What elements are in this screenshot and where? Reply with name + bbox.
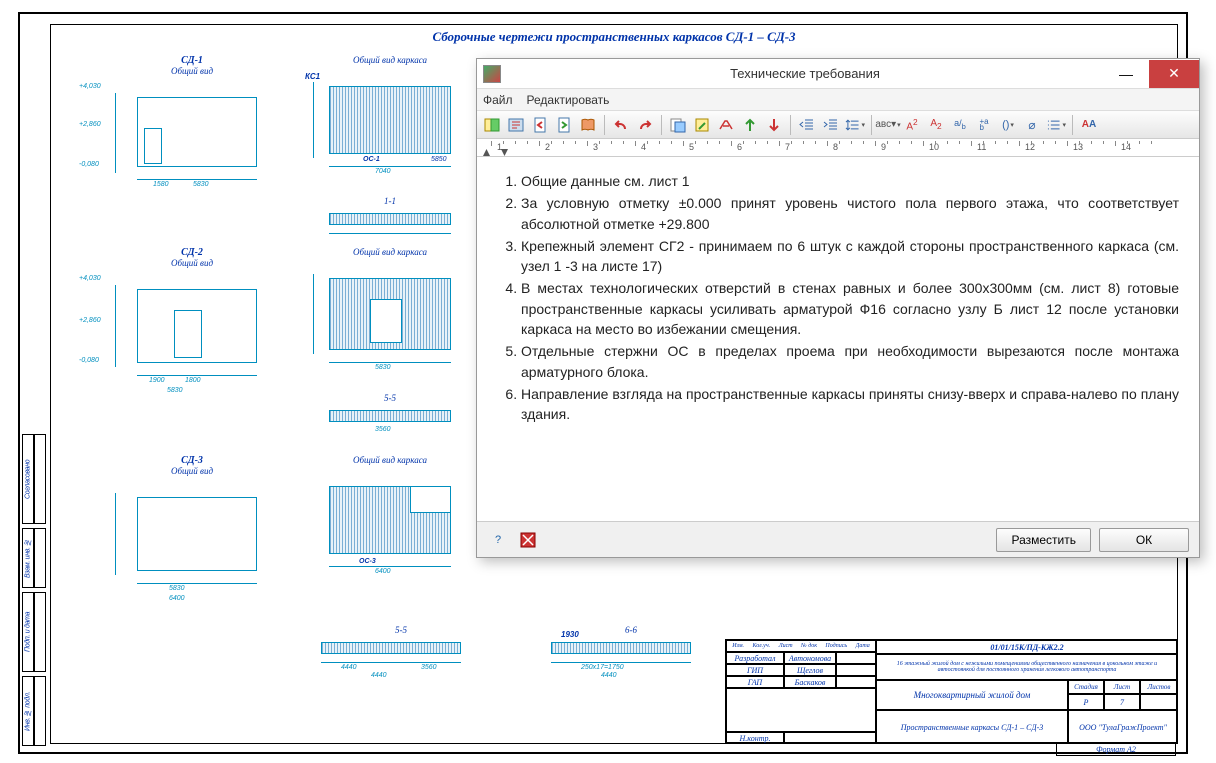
arrow-up-icon[interactable]: [739, 114, 761, 136]
sd1-label: СД-1 Общий вид: [107, 55, 277, 77]
toolbar: ▾авс▾▾A2A2a/b+ab()▾⌀▾AA: [477, 111, 1199, 139]
requirement-item[interactable]: Отдельные стержни ОС в пределах проема п…: [521, 341, 1179, 382]
ruler[interactable]: 1234567891011121314: [477, 139, 1199, 157]
requirement-item[interactable]: За условную отметку ±0.000 принят уровен…: [521, 193, 1179, 234]
sd3-plan: [137, 497, 257, 571]
format-by-sample-icon[interactable]: [691, 114, 713, 136]
section-5-5-a-label: 5-5: [305, 393, 475, 404]
sd2-label: СД-2 Общий вид: [107, 247, 277, 269]
line-spacing-icon[interactable]: ▾: [844, 114, 866, 136]
flag-icon[interactable]: [517, 529, 539, 551]
sd2-frame: [329, 278, 451, 350]
requirement-item[interactable]: Общие данные см. лист 1: [521, 171, 1179, 191]
symbol-insert-icon[interactable]: авс▾▾: [877, 114, 899, 136]
fraction-icon[interactable]: a/b: [949, 114, 971, 136]
dialog-footer: ? Разместить ОК: [477, 521, 1199, 557]
insert-specchar-icon[interactable]: [505, 114, 527, 136]
place-button[interactable]: Разместить: [996, 528, 1091, 552]
indent-decrease-icon[interactable]: [796, 114, 818, 136]
text-editor[interactable]: Общие данные см. лист 1За условную отмет…: [477, 157, 1199, 521]
help-icon[interactable]: ?: [487, 529, 509, 551]
ruler-mark: 1: [497, 142, 502, 152]
side-label-1: Согласовано: [22, 434, 34, 524]
brackets-icon[interactable]: ()▾: [997, 114, 1019, 136]
title-block: Изм.Кол.уч.Лист№ докПодписьДата Разработ…: [725, 639, 1177, 743]
section-1-1-label: 1-1: [305, 196, 475, 207]
text-templates-icon[interactable]: [667, 114, 689, 136]
ruler-mark: 12: [1025, 142, 1035, 152]
menubar: Файл Редактировать: [477, 89, 1199, 111]
requirement-item[interactable]: В местах технологических отверстий в сте…: [521, 278, 1179, 339]
insert-code-icon[interactable]: [481, 114, 503, 136]
text-a2-icon[interactable]: A2: [901, 114, 923, 136]
list-icon[interactable]: ▾: [1045, 114, 1067, 136]
menu-file[interactable]: Файл: [483, 93, 513, 107]
ruler-mark: 10: [929, 142, 939, 152]
ruler-mark: 11: [977, 142, 986, 152]
sd3-frame: [329, 486, 451, 554]
dialog-title: Технические требования: [507, 66, 1103, 81]
close-button[interactable]: ✕: [1149, 60, 1199, 88]
ruler-mark: 14: [1121, 142, 1131, 152]
sd1-frame: [329, 86, 451, 154]
page-left-icon[interactable]: [529, 114, 551, 136]
requirement-item[interactable]: Направление взгляда на пространственные …: [521, 384, 1179, 425]
page-right-icon[interactable]: [553, 114, 575, 136]
font-style-icon[interactable]: AA: [1078, 114, 1100, 136]
ruler-mark: 7: [785, 142, 790, 152]
ruler-mark: 6: [737, 142, 742, 152]
sd2-frame-label: Общий вид каркаса: [305, 247, 475, 258]
ruler-mark: 9: [881, 142, 886, 152]
sd1-frame-label: Общий вид каркаса: [305, 55, 475, 66]
ruler-mark: 8: [833, 142, 838, 152]
redo-icon[interactable]: [634, 114, 656, 136]
tech-requirements-dialog: Технические требования — ✕ Файл Редактир…: [476, 58, 1200, 558]
minimize-button[interactable]: —: [1103, 60, 1149, 88]
ruler-mark: 2: [545, 142, 550, 152]
dialog-titlebar[interactable]: Технические требования — ✕: [477, 59, 1199, 89]
book-icon[interactable]: [577, 114, 599, 136]
indent-increase-icon[interactable]: [820, 114, 842, 136]
ruler-mark: 3: [593, 142, 598, 152]
stack-icon[interactable]: +ab: [973, 114, 995, 136]
app-icon: [483, 65, 501, 83]
diameter-icon[interactable]: ⌀: [1021, 114, 1043, 136]
side-label-4: Инв. № подл.: [22, 676, 34, 746]
ruler-mark: 5: [689, 142, 694, 152]
ruler-mark: 13: [1073, 142, 1083, 152]
undo-icon[interactable]: [610, 114, 632, 136]
align-left-icon[interactable]: [715, 114, 737, 136]
sd2-plan: [137, 289, 257, 363]
arrow-down-icon[interactable]: [763, 114, 785, 136]
ruler-mark: 4: [641, 142, 646, 152]
sd3-label: СД-3 Общий вид: [107, 455, 277, 477]
side-label-3: Подп. и дата: [22, 592, 34, 672]
sheet-title: Сборочные чертежи пространственных карка…: [51, 29, 1177, 45]
text-a2-sub-icon[interactable]: A2: [925, 114, 947, 136]
requirement-item[interactable]: Крепежный элемент СГ2 - принимаем по 6 ш…: [521, 236, 1179, 277]
side-label-2: Взам. инв. №: [22, 528, 34, 588]
ok-button[interactable]: ОК: [1099, 528, 1189, 552]
sd3-frame-label: Общий вид каркаса: [305, 455, 475, 466]
menu-edit[interactable]: Редактировать: [527, 93, 610, 107]
sd1-plan: [137, 97, 257, 167]
section-5-5-label: 5-5: [301, 625, 501, 636]
